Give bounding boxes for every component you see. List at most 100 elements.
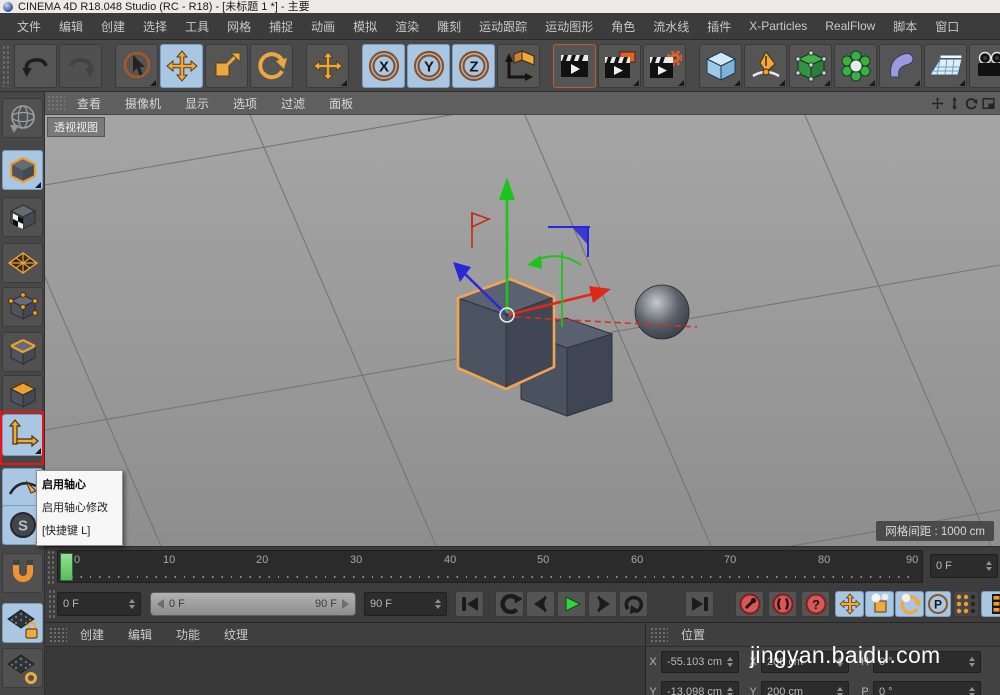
motion-mode-button[interactable] [981, 591, 1000, 617]
goto-start-button[interactable] [455, 591, 484, 617]
loop-mode-button[interactable] [619, 591, 648, 617]
edges-mode-button[interactable] [2, 332, 43, 372]
autokeying-button[interactable] [768, 591, 797, 617]
menu-xparticles[interactable]: X-Particles [740, 19, 816, 33]
menu-plugins[interactable]: 插件 [698, 18, 740, 35]
material-list-area[interactable] [45, 647, 645, 695]
timeline-drag-handle[interactable] [47, 550, 55, 584]
transport-drag-handle[interactable] [48, 589, 56, 619]
key-position-button[interactable] [835, 591, 864, 617]
viewport-rotate-icon[interactable] [965, 97, 978, 110]
menu-script[interactable]: 脚本 [884, 18, 926, 35]
spinner[interactable] [727, 687, 733, 695]
points-mode-button[interactable] [2, 287, 43, 327]
view-label[interactable]: 透视视图 [47, 117, 105, 137]
range-left-arrow-icon[interactable] [157, 599, 164, 609]
viewport-toggle-icon[interactable] [982, 97, 995, 110]
workplane-button[interactable] [2, 243, 43, 283]
floor-object-button[interactable] [924, 44, 967, 88]
goto-end-button[interactable] [685, 591, 714, 617]
lock-x-button[interactable]: X [362, 44, 405, 88]
menu-select[interactable]: 选择 [134, 18, 176, 35]
viewport-menu-cameras[interactable]: 摄像机 [113, 95, 173, 112]
field-object-button[interactable] [879, 44, 922, 88]
position-y-field[interactable]: -13.098 cm [661, 681, 739, 695]
viewport-menu-display[interactable]: 显示 [173, 95, 221, 112]
size-y-field[interactable]: 200 cm [761, 681, 849, 695]
timeline-frame-field[interactable]: 0 F [930, 554, 998, 578]
viewport-zoom-icon[interactable] [948, 97, 961, 110]
material-menu-texture[interactable]: 纹理 [213, 626, 259, 643]
menu-character[interactable]: 角色 [602, 18, 644, 35]
last-used-tool-button[interactable] [306, 44, 349, 88]
menu-mograph[interactable]: 运动图形 [536, 18, 602, 35]
spinner[interactable] [969, 657, 975, 667]
lock-z-button[interactable]: Z [452, 44, 495, 88]
menu-tools[interactable]: 工具 [176, 18, 218, 35]
menu-snap[interactable]: 捕捉 [260, 18, 302, 35]
model-mode-button[interactable] [2, 150, 43, 190]
range-right-arrow-icon[interactable] [342, 599, 349, 609]
viewport-drag-handle[interactable] [47, 95, 65, 111]
menu-animate[interactable]: 动画 [302, 18, 344, 35]
scale-tool-button[interactable] [205, 44, 248, 88]
live-selection-button[interactable] [115, 44, 158, 88]
viewport-menu-filter[interactable]: 过滤 [269, 95, 317, 112]
viewport-menu-options[interactable]: 选项 [221, 95, 269, 112]
spinner[interactable] [129, 599, 135, 609]
add-cube-button[interactable] [699, 44, 742, 88]
workplane-tool-button[interactable] [2, 648, 43, 688]
play-backwards-button[interactable] [495, 591, 524, 617]
menu-create[interactable]: 创建 [92, 18, 134, 35]
move-tool-button[interactable] [160, 44, 203, 88]
end-frame-field[interactable]: 90 F [364, 592, 447, 616]
keyframe-selection-button[interactable]: ? [801, 591, 830, 617]
spline-pen-button[interactable] [744, 44, 787, 88]
deformer-button[interactable] [834, 44, 877, 88]
sphere-object[interactable] [635, 285, 689, 339]
polygons-mode-button[interactable] [2, 375, 43, 415]
texture-mode-button[interactable] [2, 197, 43, 237]
viewport-menu-view[interactable]: 查看 [65, 95, 113, 112]
menu-simulate[interactable]: 模拟 [344, 18, 386, 35]
menu-file[interactable]: 文件 [8, 18, 50, 35]
timeline-ruler[interactable]: 0 10 20 30 40 50 60 70 80 90 [57, 550, 923, 583]
viewport-pan-icon[interactable] [931, 97, 944, 110]
menu-window[interactable]: 窗口 [926, 18, 968, 35]
menu-mesh[interactable]: 网格 [218, 18, 260, 35]
subdivision-surface-button[interactable] [789, 44, 832, 88]
magnet-tool-button[interactable] [2, 553, 43, 593]
spinner[interactable] [969, 687, 975, 695]
material-menu-create[interactable]: 创建 [69, 626, 115, 643]
viewport-menu-panel[interactable]: 面板 [317, 95, 365, 112]
coordinates-drag-handle[interactable] [650, 627, 668, 643]
material-drag-handle[interactable] [49, 627, 67, 643]
material-menu-edit[interactable]: 编辑 [117, 626, 163, 643]
toolbar-drag-handle[interactable] [2, 45, 10, 87]
material-menu-function[interactable]: 功能 [165, 626, 211, 643]
menu-motion-tracker[interactable]: 运动跟踪 [470, 18, 536, 35]
key-rotation-button[interactable] [895, 591, 924, 617]
rotate-tool-button[interactable] [250, 44, 293, 88]
undo-button[interactable] [14, 44, 57, 88]
make-editable-button[interactable] [2, 98, 43, 138]
spinner[interactable] [986, 561, 992, 571]
next-frame-button[interactable] [588, 591, 617, 617]
preview-range-slider[interactable]: 0 F 90 F [150, 592, 356, 616]
menu-realflow[interactable]: RealFlow [816, 19, 884, 33]
enable-axis-button[interactable] [2, 414, 43, 456]
lock-workplane-button[interactable] [2, 603, 43, 643]
key-parameter-button[interactable]: P [925, 591, 951, 617]
menu-sculpt[interactable]: 雕刻 [428, 18, 470, 35]
spinner[interactable] [435, 599, 441, 609]
render-picture-viewer-button[interactable] [598, 44, 641, 88]
lock-y-button[interactable]: Y [407, 44, 450, 88]
spinner[interactable] [837, 687, 843, 695]
play-forwards-button[interactable] [557, 591, 586, 617]
render-settings-button[interactable] [643, 44, 686, 88]
record-keyframe-button[interactable] [735, 591, 764, 617]
coordinate-system-button[interactable] [497, 44, 540, 88]
menu-pipeline[interactable]: 流水线 [644, 18, 698, 35]
rotation-p-field[interactable]: 0 ° [873, 681, 981, 695]
point-level-animation-button[interactable] [953, 591, 979, 617]
